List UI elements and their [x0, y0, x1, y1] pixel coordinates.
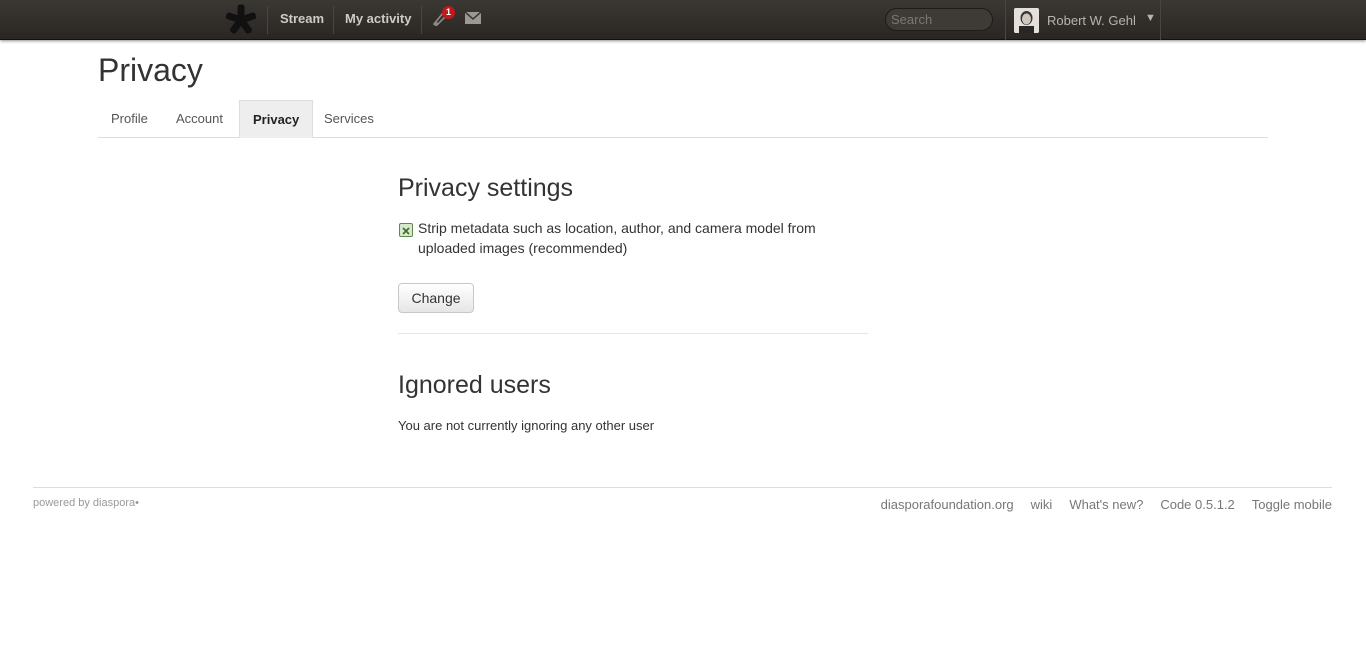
- strip-metadata-checkbox[interactable]: [399, 223, 413, 237]
- privacy-settings-heading: Privacy settings: [398, 174, 574, 202]
- tab-services[interactable]: Services: [311, 100, 387, 138]
- checkmark-icon: [402, 227, 410, 235]
- nav-my-activity-link[interactable]: My activity: [345, 11, 411, 26]
- notifications-count-badge: 1: [442, 6, 455, 19]
- tab-profile[interactable]: Profile: [98, 100, 161, 138]
- change-button[interactable]: Change: [398, 283, 474, 313]
- ignored-users-message: You are not currently ignoring any other…: [398, 418, 655, 433]
- settings-tabs: Profile Account Privacy Services: [98, 100, 1268, 138]
- powered-by-text: powered by diaspora•: [33, 497, 139, 509]
- avatar: [1014, 8, 1039, 33]
- footer-link-wiki[interactable]: wiki: [1031, 497, 1053, 512]
- footer-divider: [33, 487, 1332, 488]
- top-bar: Stream My activity 1 Robert W. Gehl ▼: [0, 0, 1366, 40]
- strip-metadata-label[interactable]: Strip metadata such as location, author,…: [418, 218, 858, 258]
- footer-link-diasporafoundation[interactable]: diasporafoundation.org: [881, 497, 1014, 512]
- diaspora-logo-icon[interactable]: [224, 2, 258, 36]
- nav-divider: [421, 6, 422, 34]
- search-input[interactable]: [885, 8, 993, 31]
- user-menu[interactable]: Robert W. Gehl ▼: [1005, 0, 1161, 40]
- nav-divider: [333, 6, 334, 34]
- footer-link-toggle-mobile[interactable]: Toggle mobile: [1252, 497, 1332, 512]
- tab-account[interactable]: Account: [163, 100, 236, 138]
- footer-link-code[interactable]: Code 0.5.1.2: [1160, 497, 1234, 512]
- user-avatar-icon: [1014, 8, 1039, 33]
- footer-link-whats-new[interactable]: What's new?: [1069, 497, 1143, 512]
- nav-stream-link[interactable]: Stream: [280, 11, 324, 26]
- ignored-users-heading: Ignored users: [398, 371, 551, 399]
- page-title: Privacy: [98, 52, 203, 88]
- tab-privacy[interactable]: Privacy: [239, 100, 314, 138]
- mail-icon[interactable]: [465, 12, 481, 24]
- chevron-down-icon: ▼: [1145, 12, 1156, 24]
- nav-divider: [267, 6, 268, 34]
- user-name: Robert W. Gehl: [1047, 13, 1136, 28]
- footer-links: diasporafoundation.org wiki What's new? Cod…: [864, 497, 1332, 512]
- section-divider: [398, 333, 868, 334]
